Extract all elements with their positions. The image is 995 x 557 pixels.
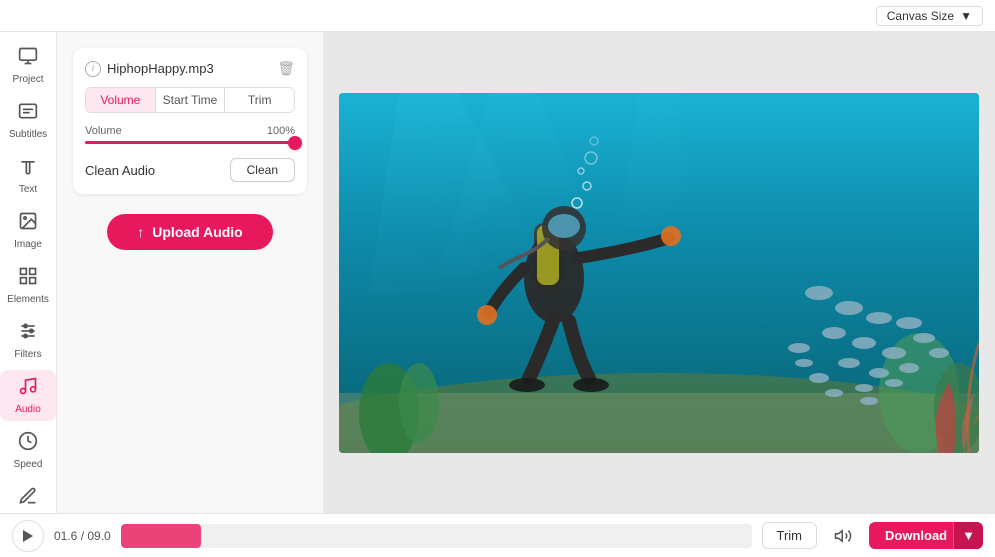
underwater-scene xyxy=(339,93,979,453)
clean-audio-label: Clean Audio xyxy=(85,163,155,178)
audio-card-header: i HiphopHappy.mp3 🗑 xyxy=(85,60,295,77)
volume-slider-track xyxy=(85,141,295,144)
audio-panel: i HiphopHappy.mp3 🗑 Volume Start Time Tr… xyxy=(57,32,323,513)
sidebar-item-subtitles[interactable]: Subtitles xyxy=(0,95,56,146)
sidebar-item-elements[interactable]: Elements xyxy=(0,260,56,311)
bottom-bar: 01.6 / 09.0 Trim Download ▼ xyxy=(0,513,995,557)
clean-audio-row: Clean Audio Clean xyxy=(85,158,295,182)
canvas-size-label: Canvas Size xyxy=(887,9,954,23)
volume-slider-fill xyxy=(85,141,295,144)
download-button[interactable]: Download ▼ xyxy=(869,522,983,549)
subtitles-icon xyxy=(18,101,38,126)
volume-slider-container[interactable] xyxy=(85,141,295,144)
trim-button[interactable]: Trim xyxy=(762,522,818,549)
play-button[interactable] xyxy=(12,520,44,552)
speed-icon xyxy=(18,431,38,456)
sidebar-item-label-image: Image xyxy=(14,239,42,250)
sidebar-item-audio[interactable]: Audio xyxy=(0,370,56,421)
upload-audio-button[interactable]: ↑ Upload Audio xyxy=(107,214,272,250)
time-display: 01.6 / 09.0 xyxy=(54,529,111,543)
sidebar-item-label-subtitles: Subtitles xyxy=(9,129,47,140)
text-icon xyxy=(18,156,38,181)
tab-start-time[interactable]: Start Time xyxy=(156,88,226,112)
tab-trim[interactable]: Trim xyxy=(225,88,294,112)
time-current: 01.6 xyxy=(54,529,77,543)
sidebar-item-text[interactable]: Text xyxy=(0,150,56,201)
volume-slider-thumb xyxy=(288,136,302,150)
volume-row: Volume 100% xyxy=(85,125,295,137)
elements-icon xyxy=(18,266,38,291)
upload-icon: ↑ xyxy=(137,224,144,240)
clean-button[interactable]: Clean xyxy=(230,158,295,182)
sidebar-item-filters[interactable]: Filters xyxy=(0,315,56,366)
project-icon xyxy=(18,46,38,71)
filters-icon xyxy=(18,321,38,346)
sidebar: Project Subtitles Text Image Elements xyxy=(0,32,57,513)
canvas-image xyxy=(339,93,979,453)
audio-tabs: Volume Start Time Trim xyxy=(85,87,295,113)
audio-filename: HiphopHappy.mp3 xyxy=(107,61,214,76)
sidebar-item-label-filters: Filters xyxy=(14,349,41,360)
time-total: 09.0 xyxy=(87,529,110,543)
timeline-track[interactable] xyxy=(121,524,752,548)
sidebar-item-image[interactable]: Image xyxy=(0,205,56,256)
tab-volume[interactable]: Volume xyxy=(86,88,156,112)
volume-label: Volume xyxy=(85,125,122,137)
info-icon: i xyxy=(85,61,101,77)
canvas-area xyxy=(323,32,995,513)
download-label: Download xyxy=(885,528,947,543)
main-area: Project Subtitles Text Image Elements xyxy=(0,32,995,513)
sidebar-item-label-text: Text xyxy=(19,184,37,195)
draw-icon xyxy=(18,486,38,511)
delete-audio-icon[interactable]: 🗑 xyxy=(277,60,295,77)
canvas-size-button[interactable]: Canvas Size ▼ xyxy=(876,6,983,26)
sidebar-item-draw[interactable]: Draw xyxy=(0,480,56,513)
sidebar-item-label-project: Project xyxy=(12,74,43,85)
sidebar-item-project[interactable]: Project xyxy=(0,40,56,91)
volume-button[interactable] xyxy=(827,520,859,552)
sidebar-item-label-audio: Audio xyxy=(15,404,41,415)
chevron-down-icon: ▼ xyxy=(960,9,972,23)
top-bar: Canvas Size ▼ xyxy=(0,0,995,32)
sidebar-item-speed[interactable]: Speed xyxy=(0,425,56,476)
audio-icon xyxy=(18,376,38,401)
audio-card-title: i HiphopHappy.mp3 xyxy=(85,61,214,77)
sidebar-item-label-elements: Elements xyxy=(7,294,49,305)
volume-value: 100% xyxy=(267,125,295,137)
download-dropdown-icon[interactable]: ▼ xyxy=(953,522,983,549)
sidebar-item-label-speed: Speed xyxy=(14,459,43,470)
image-icon xyxy=(18,211,38,236)
timeline-segment xyxy=(121,524,201,548)
audio-card: i HiphopHappy.mp3 🗑 Volume Start Time Tr… xyxy=(73,48,307,194)
